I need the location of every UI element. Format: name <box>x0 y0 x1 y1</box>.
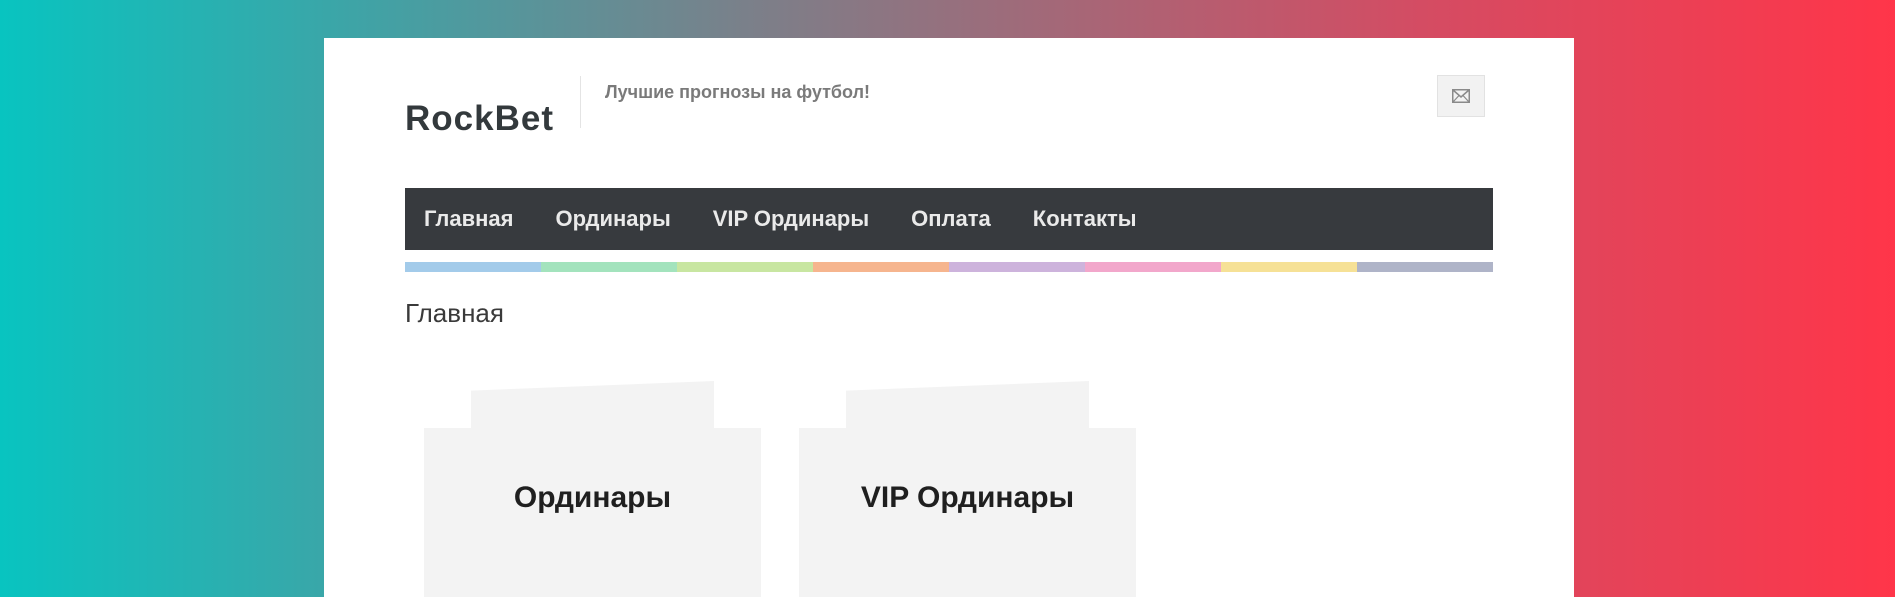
nav-item-payment[interactable]: Оплата <box>911 206 991 232</box>
card-title: VIP Ординары <box>860 480 1075 514</box>
card-tab <box>846 381 1089 429</box>
nav-item-vip-singles[interactable]: VIP Ординары <box>713 206 869 232</box>
site-tagline: Лучшие прогнозы на футбол! <box>605 82 871 102</box>
stripe-segment <box>1357 262 1493 272</box>
card-title: Ординары <box>513 480 672 514</box>
stripe-segment <box>1085 262 1221 272</box>
site-header: RockBet Лучшие прогнозы на футбол! <box>324 38 1574 188</box>
stripe-segment <box>677 262 813 272</box>
stripe-segment <box>949 262 1085 272</box>
nav-item-contacts[interactable]: Контакты <box>1033 206 1137 232</box>
main-nav: Главная Ординары VIP Ординары Оплата Кон… <box>405 188 1493 250</box>
page-container: RockBet Лучшие прогнозы на футбол! Главн… <box>324 38 1574 597</box>
page-title: Главная <box>405 298 504 328</box>
card-tab <box>471 381 714 429</box>
nav-item-home[interactable]: Главная <box>424 206 513 232</box>
card-body: Ординары <box>424 428 761 597</box>
stripe-segment <box>813 262 949 272</box>
card-body: VIP Ординары <box>799 428 1136 597</box>
stripe-segment <box>541 262 677 272</box>
mail-button[interactable] <box>1437 75 1485 117</box>
stripe-segment <box>405 262 541 272</box>
card-singles[interactable]: Ординары <box>424 381 761 597</box>
stripe-segment <box>1221 262 1357 272</box>
color-stripe <box>405 262 1493 272</box>
nav-item-singles[interactable]: Ординары <box>555 206 670 232</box>
tagline-divider <box>580 76 581 128</box>
envelope-icon <box>1452 89 1470 103</box>
site-logo[interactable]: RockBet <box>405 99 554 139</box>
card-vip-singles[interactable]: VIP Ординары <box>799 381 1136 597</box>
